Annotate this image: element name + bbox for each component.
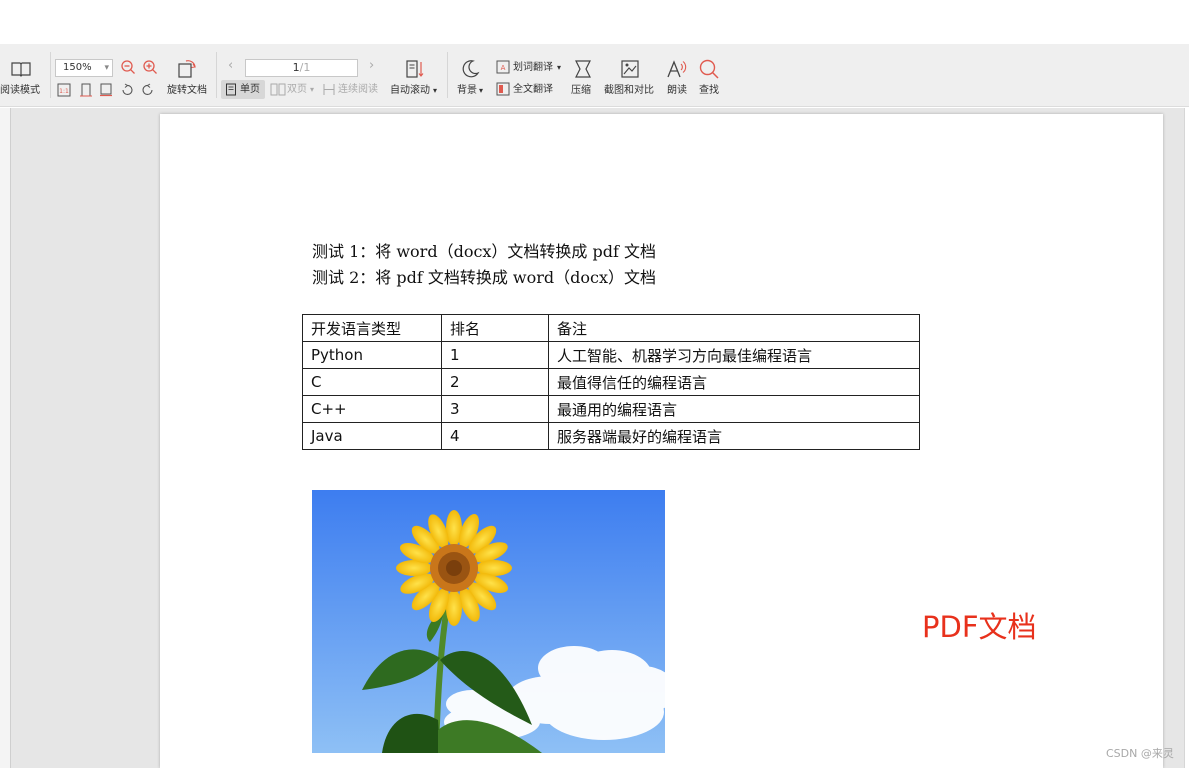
table-row: Java 4 服务器端最好的编程语言 bbox=[302, 422, 920, 450]
table-header-cell: 排名 bbox=[441, 314, 549, 342]
rotate-right-icon[interactable] bbox=[141, 83, 155, 97]
chevron-down-icon: ▾ bbox=[104, 63, 109, 73]
toolbar-separator bbox=[50, 52, 51, 98]
compress-button[interactable]: 压缩 bbox=[571, 85, 591, 97]
auto-scroll-button[interactable]: 自动滚动 bbox=[390, 85, 430, 97]
table-cell: 人工智能、机器学习方向最佳编程语言 bbox=[548, 341, 920, 369]
table-header-cell: 开发语言类型 bbox=[302, 314, 442, 342]
table-header-row: 开发语言类型 排名 备注 bbox=[302, 314, 920, 342]
table-cell: C bbox=[302, 368, 442, 396]
find-button[interactable]: 查找 bbox=[699, 85, 719, 97]
toolbar-separator bbox=[447, 52, 448, 98]
double-page-button[interactable]: 双页 bbox=[287, 84, 307, 96]
doc-line-1: 测试 1：将 word（docx）文档转换成 pdf 文档 bbox=[312, 242, 657, 261]
compress-icon[interactable] bbox=[572, 58, 594, 80]
table-cell: Python bbox=[302, 341, 442, 369]
svg-text:A: A bbox=[501, 64, 506, 72]
read-aloud-button[interactable]: 朗读 bbox=[667, 85, 687, 97]
rotate-document-icon[interactable] bbox=[176, 58, 198, 80]
table-cell: Java bbox=[302, 422, 442, 450]
zoom-select[interactable]: 150% ▾ bbox=[55, 59, 113, 77]
search-icon[interactable] bbox=[698, 58, 720, 80]
page-current: 1 bbox=[292, 61, 300, 74]
chevron-down-icon: ▾ bbox=[479, 86, 484, 95]
toolbar-separator bbox=[216, 52, 217, 98]
single-page-icon bbox=[225, 83, 237, 96]
page-number-input[interactable]: 1/1 bbox=[245, 59, 358, 77]
table-cell: 服务器端最好的编程语言 bbox=[548, 422, 920, 450]
zoom-in-icon[interactable] bbox=[142, 59, 158, 75]
pdf-document-annotation: PDF文档 bbox=[922, 610, 1037, 644]
actual-size-label: 1:1 bbox=[59, 88, 69, 95]
book-icon[interactable] bbox=[10, 60, 32, 78]
table-row: Python 1 人工智能、机器学习方向最佳编程语言 bbox=[302, 341, 920, 369]
top-blank-area bbox=[0, 0, 1189, 44]
chevron-down-icon: ▾ bbox=[433, 86, 438, 95]
table-header-cell: 备注 bbox=[548, 314, 920, 342]
fit-width-icon[interactable] bbox=[99, 83, 113, 97]
table-row: C++ 3 最通用的编程语言 bbox=[302, 395, 920, 423]
auto-scroll-icon[interactable] bbox=[403, 58, 425, 80]
continuous-read-button[interactable]: 连续阅读 bbox=[338, 84, 378, 96]
language-ranking-table: 开发语言类型 排名 备注 Python 1 人工智能、机器学习方向最佳编程语言 … bbox=[302, 314, 920, 450]
table-cell: 3 bbox=[441, 395, 549, 423]
vertical-scrollbar[interactable] bbox=[1184, 108, 1189, 768]
chevron-right-icon[interactable]: › bbox=[369, 59, 374, 72]
chevron-down-icon: ▾ bbox=[557, 63, 562, 72]
doc-line-2: 测试 2：将 pdf 文档转换成 word（docx）文档 bbox=[312, 268, 657, 287]
chevron-down-icon: ▾ bbox=[310, 85, 315, 94]
rotate-document-button[interactable]: 旋转文档 bbox=[167, 85, 207, 97]
full-translate-icon[interactable] bbox=[496, 82, 510, 96]
table-row: C 2 最值得信任的编程语言 bbox=[302, 368, 920, 396]
table-cell: 1 bbox=[441, 341, 549, 369]
csdn-watermark: CSDN @来灵 bbox=[1106, 747, 1174, 760]
fit-page-icon[interactable] bbox=[79, 83, 93, 97]
continuous-read-icon bbox=[322, 83, 336, 96]
word-translate-button[interactable]: 划词翻译 bbox=[513, 62, 553, 74]
reading-mode-button[interactable]: 阅读模式 bbox=[0, 85, 40, 97]
read-aloud-icon[interactable] bbox=[666, 58, 688, 80]
single-page-label: 单页 bbox=[240, 84, 260, 95]
table-cell: 2 bbox=[441, 368, 549, 396]
sunflower-image bbox=[312, 490, 665, 753]
full-translate-button[interactable]: 全文翻译 bbox=[513, 84, 553, 96]
screenshot-icon[interactable] bbox=[619, 58, 641, 80]
table-cell: 4 bbox=[441, 422, 549, 450]
chevron-left-icon[interactable]: ‹ bbox=[228, 59, 233, 72]
word-translate-icon[interactable]: A bbox=[496, 60, 510, 74]
page-total: /1 bbox=[299, 61, 311, 74]
zoom-out-icon[interactable] bbox=[120, 59, 136, 75]
rotate-left-icon[interactable] bbox=[120, 83, 134, 97]
table-cell: 最通用的编程语言 bbox=[548, 395, 920, 423]
actual-size-icon[interactable]: 1:1 bbox=[57, 83, 71, 97]
screenshot-compare-button[interactable]: 截图和对比 bbox=[604, 85, 654, 97]
background-button[interactable]: 背景 bbox=[457, 85, 477, 97]
table-cell: C++ bbox=[302, 395, 442, 423]
zoom-value: 150% bbox=[63, 62, 92, 73]
table-cell: 最值得信任的编程语言 bbox=[548, 368, 920, 396]
double-page-icon bbox=[270, 83, 286, 96]
left-sidebar-edge bbox=[0, 108, 11, 768]
moon-icon[interactable] bbox=[459, 58, 481, 80]
